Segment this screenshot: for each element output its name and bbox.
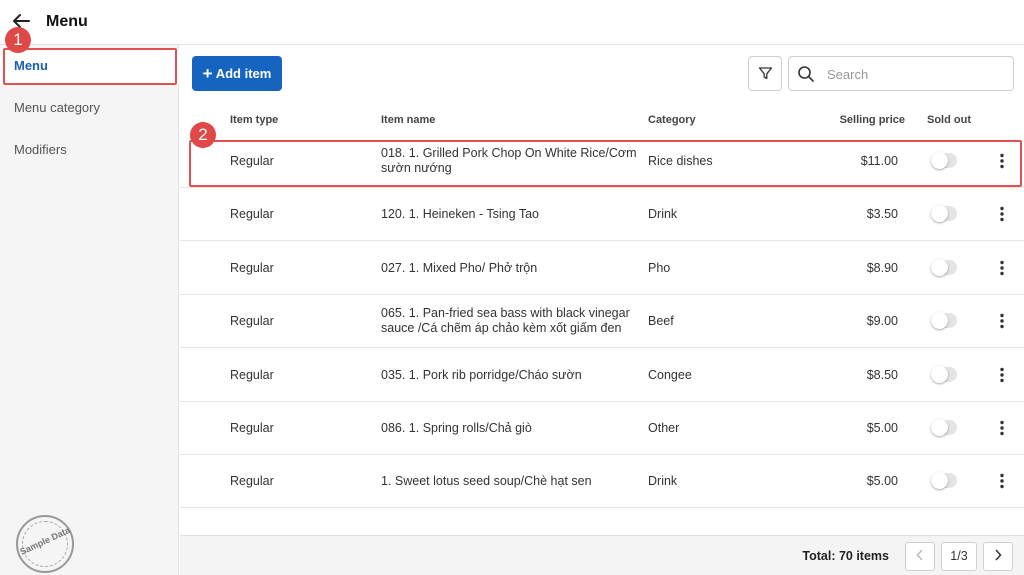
chevron-left-icon [916,549,923,561]
sold-out-toggle[interactable] [931,205,957,223]
sold-out-toggle[interactable] [931,312,957,330]
cell-category: Other [648,421,680,435]
sidebar-item-modifiers[interactable]: Modifiers [0,132,179,168]
add-item-button[interactable]: + Add item [192,56,282,91]
header-sold-out: Sold out [927,114,971,126]
table-row[interactable]: Regular 086. 1. Spring rolls/Chả giò Other… [180,402,1024,455]
prev-page-button[interactable] [905,542,935,571]
cell-item-name: 086. 1. Spring rolls/Chả giò [381,421,532,435]
cell-category: Drink [648,474,678,489]
step-badge-2: 2 [190,122,216,148]
cell-category: Drink [648,207,678,222]
cell-category: Pho [648,260,671,275]
toggle-knob [931,472,948,490]
more-options-icon[interactable] [997,206,1007,222]
cell-selling-price: $3.50 [866,207,898,222]
toggle-knob [931,205,948,223]
cell-item-type: Regular [230,314,274,329]
cell-selling-price: $8.50 [866,367,898,382]
table-row[interactable]: Regular 065. 1. Pan-fried sea bass with b… [180,295,1024,349]
highlight-box-row [189,140,1022,187]
header-category: Category [648,114,696,126]
more-options-icon[interactable] [997,473,1007,489]
cell-item-type: Regular [230,260,274,275]
search-input[interactable] [827,65,1007,83]
table-row[interactable]: Regular 1. Sweet lotus seed soup/Chè hạt … [180,455,1024,509]
chevron-right-icon [995,549,1002,561]
sold-out-toggle[interactable] [931,258,957,276]
search-box[interactable] [788,56,1014,91]
total-count: Total: 70 items [802,549,889,563]
more-options-icon[interactable] [997,367,1007,383]
cell-item-type: Regular [230,207,274,222]
more-options-icon[interactable] [997,313,1007,329]
header-selling-price: Selling price [839,114,905,126]
next-page-button[interactable] [983,542,1013,571]
cell-item-name: 1. Sweet lotus seed soup/Chè hạt sen [381,474,592,489]
cell-item-name: 035. 1. Pork rib porridge/Cháo sườn [381,367,582,382]
toggle-knob [931,365,948,383]
highlight-box-menu [3,48,177,85]
header-item-type: Item type [230,114,279,126]
cell-selling-price: $8.90 [866,260,898,275]
table-footer: Total: 70 items 1/3 [180,535,1024,575]
sample-data-stamp: Sample Data [16,515,74,573]
sold-out-toggle[interactable] [931,365,957,383]
more-options-icon[interactable] [997,260,1007,276]
toggle-knob [931,258,948,276]
table-row[interactable]: Regular 027. 1. Mixed Pho/ Phở trộn Pho $8.… [180,242,1024,295]
plus-icon: + [202,64,213,83]
sidebar: Menu Menu category Modifiers Sample Data [0,45,179,575]
table-row[interactable]: Regular 035. 1. Pork rib porridge/Cháo sư… [180,349,1024,402]
sold-out-toggle[interactable] [931,419,957,436]
toggle-knob [931,312,948,330]
page-title: Menu [46,13,88,30]
cell-category: Congee [648,367,692,382]
page-indicator: 1/3 [941,542,977,571]
filter-button[interactable] [748,56,782,91]
cell-item-name: 065. 1. Pan-fried sea bass with black vi… [381,306,630,336]
cell-item-type: Regular [230,474,274,489]
main-content: + Add item Item type Item name Category … [180,45,1024,575]
toggle-knob [931,419,948,436]
cell-selling-price: $5.00 [866,474,898,489]
cell-item-type: Regular [230,421,274,435]
filter-icon [758,67,773,80]
table-row[interactable]: Regular 120. 1. Heineken - Tsing Tao Drink… [180,188,1024,242]
cell-item-type: Regular [230,367,274,382]
search-icon [798,66,814,82]
cell-selling-price: $9.00 [866,314,898,329]
cell-selling-price: $5.00 [866,421,898,435]
cell-item-name: 120. 1. Heineken - Tsing Tao [381,207,539,222]
sidebar-item-menu-category[interactable]: Menu category [0,90,179,126]
sold-out-toggle[interactable] [931,472,957,490]
more-options-icon[interactable] [997,420,1007,436]
top-bar: Menu [0,0,1024,45]
step-badge-1: 1 [5,27,31,53]
cell-item-name: 027. 1. Mixed Pho/ Phở trộn [381,260,538,275]
header-item-name: Item name [381,114,436,126]
add-item-label: Add item [215,66,272,81]
cell-category: Beef [648,314,674,329]
